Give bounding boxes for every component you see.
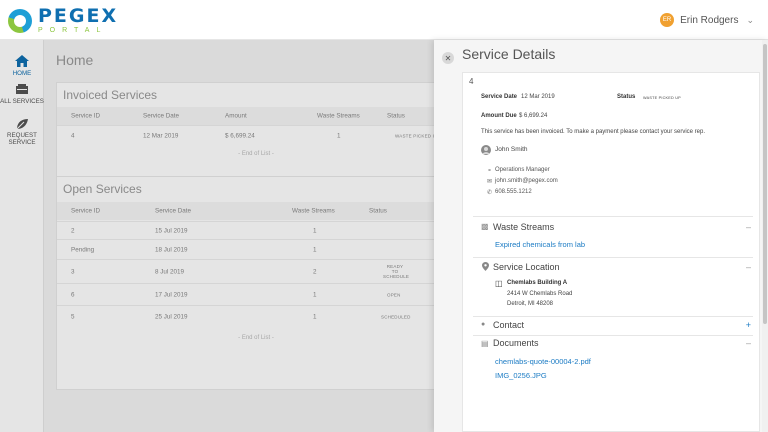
rep-phone[interactable]: 608.555.1212 bbox=[495, 189, 532, 195]
truck-icon: ▩ bbox=[481, 222, 489, 231]
user-name: Erin Rodgers bbox=[680, 14, 739, 26]
document-link[interactable]: IMG_0256.JPG bbox=[495, 371, 547, 380]
service-details-card: 4 Service Date 12 Mar 2019 Status WASTE … bbox=[462, 72, 760, 432]
chat-icon: ● bbox=[481, 321, 486, 328]
modal-backdrop[interactable] bbox=[0, 40, 434, 432]
service-location-title[interactable]: Service Location bbox=[493, 262, 560, 272]
rep-name: John Smith bbox=[495, 146, 528, 153]
contact-title[interactable]: Contact bbox=[493, 320, 524, 330]
chevron-down-icon: ⌄ bbox=[746, 14, 754, 25]
amount-due-value: $ 6,699.24 bbox=[519, 113, 548, 119]
divider bbox=[473, 316, 753, 317]
envelope-icon: ✉ bbox=[487, 179, 493, 185]
divider bbox=[473, 216, 753, 217]
user-icon: ⚬ bbox=[487, 168, 493, 174]
panel-title: Service Details bbox=[462, 46, 556, 62]
expand-contact-button[interactable]: + bbox=[746, 320, 751, 330]
collapse-location-button[interactable]: – bbox=[746, 262, 751, 272]
status-label: Status bbox=[617, 94, 636, 100]
rep-title: Operations Manager bbox=[495, 167, 550, 173]
document-icon: ▤ bbox=[481, 339, 489, 348]
rep-email[interactable]: john.smith@pegex.com bbox=[495, 178, 558, 184]
service-details-panel: ✕ Service Details 4 Service Date 12 Mar … bbox=[434, 40, 768, 432]
invoice-note: This service has been invoiced. To make … bbox=[481, 129, 706, 135]
panel-scrollbar[interactable] bbox=[762, 40, 768, 432]
divider bbox=[473, 257, 753, 258]
location-address-line-2: Detroit, MI 48208 bbox=[507, 301, 554, 307]
location-address-line-1: 2414 W Chemlabs Road bbox=[507, 291, 573, 297]
documents-title[interactable]: Documents bbox=[493, 338, 539, 348]
location-name: Chemlabs Building A bbox=[507, 280, 568, 286]
pegex-logo[interactable]: PEGEX PORTAL bbox=[8, 7, 118, 34]
collapse-documents-button[interactable]: – bbox=[746, 338, 751, 348]
logo-mark-icon bbox=[8, 8, 32, 33]
service-date-value: 12 Mar 2019 bbox=[521, 94, 555, 100]
top-bar: PEGEX PORTAL ER Erin Rodgers ⌄ bbox=[0, 0, 768, 40]
phone-icon: ✆ bbox=[487, 190, 493, 196]
user-menu[interactable]: ER Erin Rodgers ⌄ bbox=[660, 13, 754, 27]
building-icon: ◫ bbox=[495, 279, 503, 288]
logo-wordmark: PEGEX bbox=[38, 5, 119, 27]
collapse-waste-streams-button[interactable]: – bbox=[746, 222, 751, 232]
rep-avatar-icon bbox=[481, 145, 491, 155]
status-badge: WASTE PICKED UP bbox=[643, 96, 681, 100]
close-icon[interactable]: ✕ bbox=[442, 52, 454, 64]
waste-streams-title[interactable]: Waste Streams bbox=[493, 222, 554, 232]
divider bbox=[473, 335, 753, 336]
service-date-label: Service Date bbox=[481, 94, 518, 100]
logo-subtitle: PORTAL bbox=[38, 27, 108, 34]
map-pin-icon bbox=[482, 262, 489, 271]
avatar: ER bbox=[660, 13, 675, 27]
service-id: 4 bbox=[469, 77, 474, 86]
amount-due-label: Amount Due bbox=[481, 113, 517, 119]
scrollbar-thumb[interactable] bbox=[763, 44, 767, 324]
waste-stream-link[interactable]: Expired chemicals from lab bbox=[495, 240, 585, 249]
document-link[interactable]: chemlabs-quote-00004-2.pdf bbox=[495, 357, 591, 366]
